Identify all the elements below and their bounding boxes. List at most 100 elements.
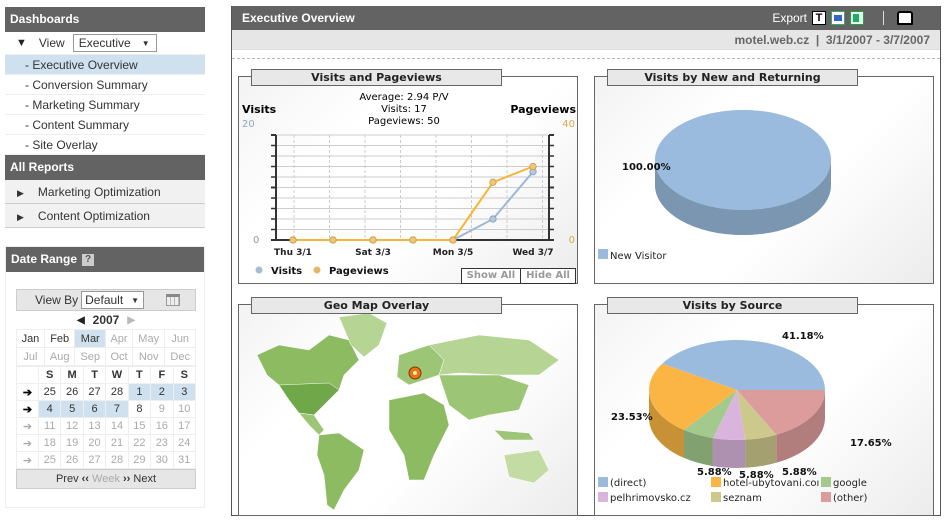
sidebar-item-dashboard[interactable]: - Marketing Summary <box>5 95 205 115</box>
legend-swatch <box>711 477 721 487</box>
data-point-visits <box>489 215 497 223</box>
legend-swatch <box>821 477 831 487</box>
select-week-arrow-icon[interactable]: ➔ <box>16 383 39 401</box>
weekday-header: M <box>60 366 84 384</box>
calendar: View By Default ▼ ◀ 2007 ▶ Jan Feb Mar Apr M… <box>16 289 197 489</box>
sidebar-item-dashboard[interactable]: - Content Summary <box>5 115 205 135</box>
day-cell[interactable]: 8 <box>127 400 152 418</box>
day-cell[interactable]: 27 <box>82 383 107 401</box>
sidebar-item-report[interactable]: ▶ Marketing Optimization <box>5 180 205 204</box>
map-asia <box>438 374 530 421</box>
show-all-button[interactable]: Show All <box>460 268 522 284</box>
legend-label: seznam <box>723 493 762 504</box>
day-cell: 27 <box>82 451 107 469</box>
day-cell: 16 <box>150 417 174 435</box>
panel-title: Visits and Pageviews <box>251 69 502 86</box>
export-toolbar: Export T <box>772 11 913 25</box>
help-icon[interactable]: ? <box>82 253 95 266</box>
next-year-arrow-icon[interactable]: ▶ <box>127 315 135 326</box>
day-cell: 11 <box>37 417 62 435</box>
sidebar: Dashboards ▼ View Executive ▼ - Executiv… <box>5 7 205 228</box>
weekday-header: W <box>105 366 129 384</box>
month-cell[interactable]: Feb <box>43 329 76 348</box>
map-south-america <box>316 432 365 511</box>
day-cell: 19 <box>60 434 84 452</box>
world-map[interactable] <box>239 305 579 517</box>
next-week-button[interactable]: Next <box>133 473 156 485</box>
legend-label: pelhrimovsko.cz <box>610 493 691 504</box>
report-label: Content Optimization <box>37 209 150 223</box>
day-cell[interactable]: 6 <box>82 400 107 418</box>
day-cell: 26 <box>60 451 84 469</box>
export-pdf-icon[interactable] <box>831 11 845 25</box>
legend-swatch <box>821 492 831 502</box>
legend-label: Visits <box>271 266 302 277</box>
data-point-pageviews <box>369 236 377 244</box>
toolbar-divider <box>883 11 884 25</box>
weekday-header: T <box>82 366 107 384</box>
y-left-max-tick: 20 <box>242 119 255 130</box>
day-cell: 13 <box>82 417 107 435</box>
chevron-down-icon: ▼ <box>141 38 150 48</box>
legend-marker-visits <box>255 266 263 274</box>
sidebar-item-dashboard[interactable]: - Executive Overview <box>5 55 205 75</box>
view-by-select[interactable]: Default ▼ <box>81 291 145 309</box>
map-central-america <box>298 412 325 436</box>
data-point-pageviews <box>289 236 297 244</box>
prev-week-button[interactable]: Prev <box>56 473 79 485</box>
month-cell: Dec <box>164 347 196 366</box>
date-range-panel: Date Range? View By Default ▼ ◀ 2007 ▶ J… <box>5 246 205 508</box>
select-week-arrow-icon[interactable]: ➔ <box>16 417 39 435</box>
calendar-icon[interactable] <box>166 294 181 306</box>
day-cell: 25 <box>37 451 62 469</box>
day-cell[interactable]: 5 <box>60 400 84 418</box>
week-nav: Prev ‹‹ Week ›› Next <box>16 469 196 489</box>
panel-title: Geo Map Overlay <box>251 297 502 314</box>
collapse-triangle-icon[interactable]: ▼ <box>16 37 27 49</box>
day-cell: 12 <box>60 417 84 435</box>
map-russia <box>428 334 560 376</box>
print-icon[interactable] <box>897 11 913 25</box>
day-cell[interactable]: 1 <box>127 383 152 401</box>
data-point-pageviews <box>449 236 457 244</box>
months-grid: Jan Feb Mar Apr May Jun Jul Aug Sep Oct Nov Dec <box>16 329 196 366</box>
legend-label: hotel-ubytovani.coı <box>723 478 819 489</box>
day-cell[interactable]: 28 <box>105 383 129 401</box>
day-cell[interactable]: 26 <box>60 383 84 401</box>
select-week-arrow-icon[interactable]: ➔ <box>16 451 39 469</box>
day-cell: 10 <box>172 400 197 418</box>
new-returning-panel: Visits by New and Returning 100.00% New V… <box>594 69 934 284</box>
day-cell: 30 <box>150 451 174 469</box>
day-cell[interactable]: 25 <box>37 383 62 401</box>
y-left-zero-tick: 0 <box>253 235 259 246</box>
day-cell[interactable]: 4 <box>37 400 62 418</box>
legend-label: google <box>833 478 867 489</box>
select-week-arrow-icon[interactable]: ➔ <box>16 400 39 418</box>
sidebar-item-dashboard[interactable]: - Site Overlay <box>5 135 205 155</box>
day-cell[interactable]: 7 <box>105 400 129 418</box>
days-grid: S M T W T F S ➔ 25 26 27 28 1 2 3 ➔ 4 5 6 7 8 9 10 ➔ 11 12 13 14 15 1… <box>16 366 197 469</box>
report-date-range: 3/1/2007 - 3/7/2007 <box>825 33 930 47</box>
day-cell: 14 <box>105 417 129 435</box>
day-cell[interactable]: 2 <box>150 383 174 401</box>
pie-slice-side <box>712 438 746 468</box>
day-cell: 31 <box>172 451 197 469</box>
day-cell[interactable]: 3 <box>172 383 197 401</box>
month-cell: Jun <box>164 329 196 348</box>
sidebar-item-report[interactable]: ▶ Content Optimization <box>5 204 205 228</box>
select-week-arrow-icon[interactable]: ➔ <box>16 434 39 452</box>
export-excel-icon[interactable] <box>850 11 864 25</box>
sidebar-item-dashboard[interactable]: - Conversion Summary <box>5 75 205 95</box>
month-cell[interactable]: Mar <box>74 329 107 348</box>
view-select[interactable]: Executive ▼ <box>72 34 157 52</box>
expand-triangle-icon: ▶ <box>17 212 24 222</box>
prev-year-arrow-icon[interactable]: ◀ <box>77 315 85 326</box>
geo-map-panel: Geo Map Overlay <box>238 297 579 517</box>
legend-label: Pageviews <box>329 266 389 277</box>
hide-all-button[interactable]: Hide All <box>521 268 576 284</box>
pie-value-label: 5.88% <box>697 467 732 478</box>
export-text-icon[interactable]: T <box>812 11 826 25</box>
next-arrows-icon: ›› <box>123 473 131 485</box>
legend-swatch <box>711 492 721 502</box>
month-cell[interactable]: Jan <box>16 329 45 348</box>
